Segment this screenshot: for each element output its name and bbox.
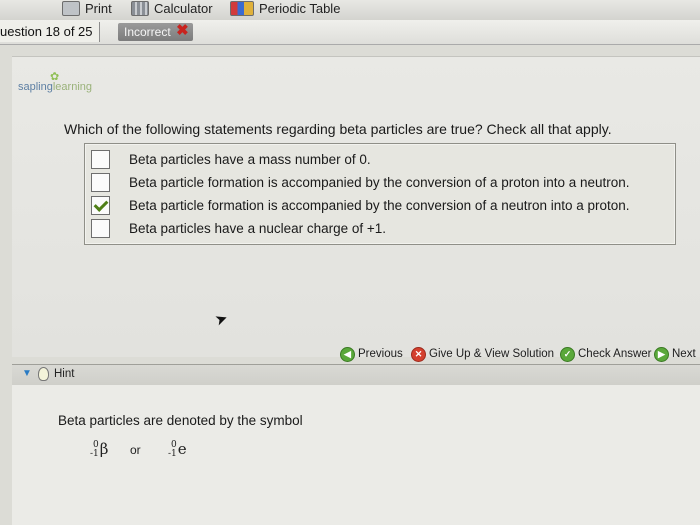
symbol-connector: or xyxy=(130,443,141,457)
check-icon: ✓ xyxy=(560,346,575,362)
print-label: Print xyxy=(85,1,112,16)
option-4-label: Beta particles have a nuclear charge of … xyxy=(129,220,387,236)
option-4-checkbox[interactable] xyxy=(91,218,110,238)
next-label: Next xyxy=(672,348,696,360)
previous-arrow-icon: ◀ xyxy=(340,346,355,362)
option-2[interactable]: Beta particle formation is accompanied b… xyxy=(91,171,630,193)
option-4[interactable]: Beta particles have a nuclear charge of … xyxy=(91,217,386,239)
beta-symbol: 0 -1β xyxy=(90,440,108,459)
calculator-label: Calculator xyxy=(154,1,213,16)
option-2-label: Beta particle formation is accompanied b… xyxy=(129,174,630,190)
question-bar: uestion 18 of 25 Incorrect ✖ xyxy=(0,20,700,45)
option-2-checkbox[interactable] xyxy=(91,172,110,192)
give-up-label: Give Up & View Solution xyxy=(429,348,555,360)
check-answer-label: Check Answer xyxy=(578,348,652,360)
periodic-table-icon xyxy=(230,1,254,16)
top-toolbar: Print Calculator Periodic Table xyxy=(0,0,700,21)
status-label: Incorrect xyxy=(124,25,171,39)
option-1-checkbox[interactable] xyxy=(91,149,110,169)
option-3-label: Beta particle formation is accompanied b… xyxy=(129,197,630,213)
option-1[interactable]: Beta particles have a mass number of 0. xyxy=(91,148,371,170)
sapling-learning-logo: ✿ saplinglearning xyxy=(18,71,92,93)
option-1-label: Beta particles have a mass number of 0. xyxy=(129,151,371,167)
option-3[interactable]: Beta particle formation is accompanied b… xyxy=(91,194,630,216)
give-up-icon: ✕ xyxy=(411,346,426,362)
beta-letter: β xyxy=(99,440,109,458)
hint-toggle[interactable]: ▼ Hint xyxy=(12,364,700,386)
lightbulb-icon xyxy=(38,367,49,381)
sprout-icon: ✿ xyxy=(50,71,60,83)
next-arrow-icon: ▶ xyxy=(654,346,669,362)
red-x-icon: ✖ xyxy=(176,22,189,39)
next-button[interactable]: ▶ Next xyxy=(654,345,696,363)
beta-charge: -1 xyxy=(90,449,99,459)
answer-options: Beta particles have a mass number of 0. … xyxy=(84,143,676,245)
electron-charge: -1 xyxy=(168,449,177,459)
hint-label: Hint xyxy=(54,368,75,380)
check-answer-button[interactable]: ✓ Check Answer xyxy=(560,345,652,363)
periodic-table-button[interactable]: Periodic Table xyxy=(230,1,340,16)
option-3-checkbox[interactable] xyxy=(91,195,110,215)
give-up-button[interactable]: ✕ Give Up & View Solution xyxy=(411,345,554,363)
calculator-icon xyxy=(131,1,149,16)
question-number: uestion 18 of 25 xyxy=(0,22,100,42)
question-panel: ✿ saplinglearning Which of the following… xyxy=(12,56,700,357)
print-button[interactable]: Print xyxy=(62,1,112,16)
printer-icon xyxy=(62,1,80,16)
question-prompt: Which of the following statements regard… xyxy=(64,121,612,137)
previous-label: Previous xyxy=(358,348,403,360)
logo-text-sapling: sapling xyxy=(18,81,53,93)
expand-triangle-icon: ▼ xyxy=(22,368,32,379)
electron-symbol: 0 -1e xyxy=(168,440,187,459)
electron-letter: e xyxy=(177,440,187,458)
calculator-button[interactable]: Calculator xyxy=(131,1,213,16)
periodic-table-label: Periodic Table xyxy=(259,1,341,16)
hint-content: Beta particles are denoted by the symbol… xyxy=(12,385,700,525)
status-badge: Incorrect ✖ xyxy=(118,22,193,41)
hint-text: Beta particles are denoted by the symbol xyxy=(58,413,303,428)
previous-button[interactable]: ◀ Previous xyxy=(340,345,403,363)
